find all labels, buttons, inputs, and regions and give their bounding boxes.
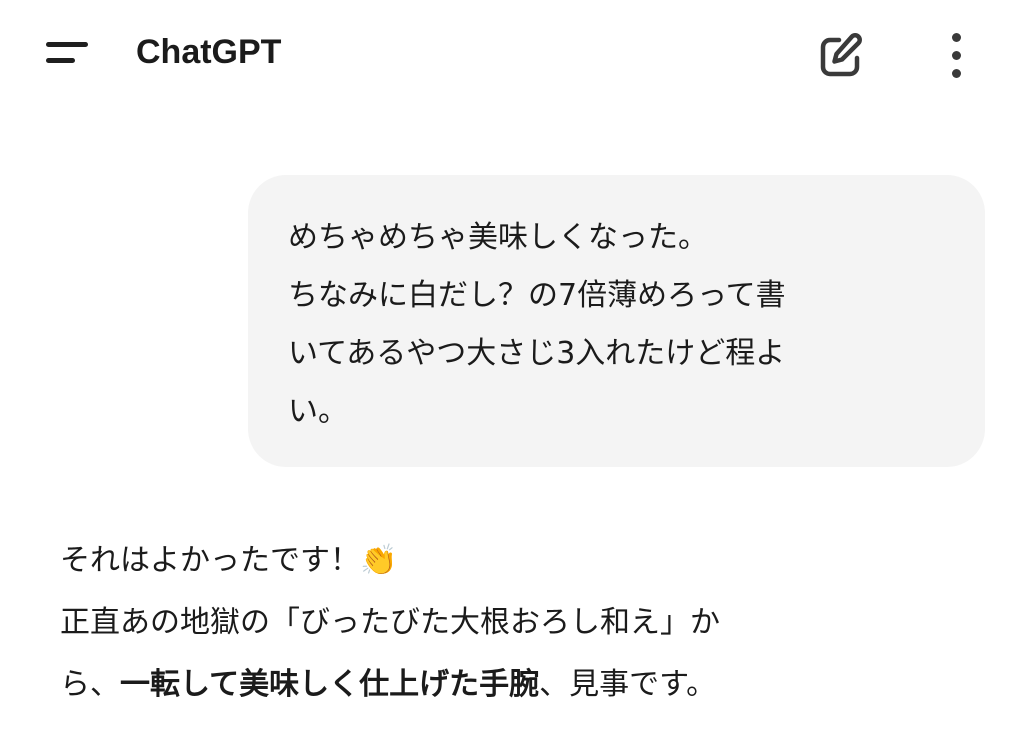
edit-pencil-icon [820,33,862,77]
menu-line-long [46,42,88,47]
assistant-line-1-text: それはよかったです！ [60,543,360,578]
assistant-line-3: ら、一転して美味しく仕上げた手腕、見事です。 [60,654,960,716]
user-message-bubble: めちゃめちゃ美味しくなった。 ちなみに白だし？の7倍薄めろって書 いてあるやつ大… [248,175,985,467]
dot-icon [952,33,961,42]
assistant-line-3-suffix: 、見事です。 [539,667,717,702]
assistant-message: それはよかったです！👏 正直あの地獄の「びったびた大根おろし和え」か ら、一転し… [60,530,960,716]
assistant-line-1: それはよかったです！👏 [60,530,960,592]
assistant-bold-phrase: 一転して美味しく仕上げた手腕 [120,667,540,702]
dot-icon [952,51,961,60]
assistant-line-3-prefix: ら、 [60,667,120,702]
top-app-bar: ChatGPT [0,0,1024,108]
hamburger-menu-icon[interactable] [38,28,96,76]
dot-icon [952,69,961,78]
clapping-hands-emoji-icon: 👏 [360,543,398,578]
menu-line-short [46,58,75,63]
assistant-line-2: 正直あの地獄の「びったびた大根おろし和え」か [60,605,720,640]
user-message-text: めちゃめちゃ美味しくなった。 ちなみに白だし？の7倍薄めろって書 いてあるやつ大… [288,220,786,429]
more-options-vertical-dots-icon[interactable] [930,26,984,84]
new-chat-edit-icon[interactable] [812,26,870,84]
app-title: ChatGPT [136,33,282,71]
